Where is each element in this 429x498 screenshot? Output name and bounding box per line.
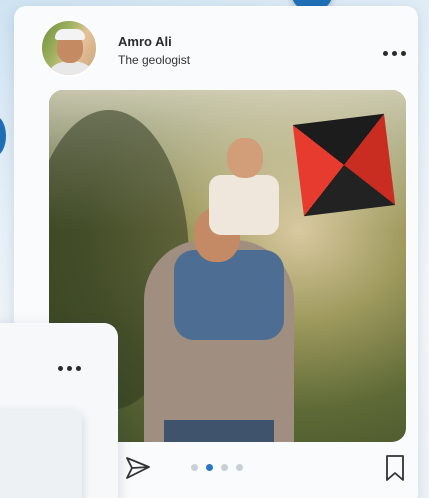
- carousel-indicator: [191, 464, 243, 471]
- avatar[interactable]: [40, 19, 98, 77]
- send-icon[interactable]: [124, 454, 152, 482]
- decorative-blob-left: [0, 116, 6, 156]
- background-card-more-icon[interactable]: [53, 362, 85, 374]
- post-author-subtitle: The geologist: [118, 53, 191, 67]
- carousel-dot[interactable]: [236, 464, 243, 471]
- carousel-dot-active[interactable]: [206, 464, 213, 471]
- bookmark-icon[interactable]: [384, 454, 406, 482]
- background-card-content: [0, 410, 82, 498]
- more-options-icon[interactable]: [378, 47, 410, 59]
- post-author-name[interactable]: Amro Ali: [118, 34, 172, 49]
- carousel-dot[interactable]: [191, 464, 198, 471]
- carousel-dot[interactable]: [221, 464, 228, 471]
